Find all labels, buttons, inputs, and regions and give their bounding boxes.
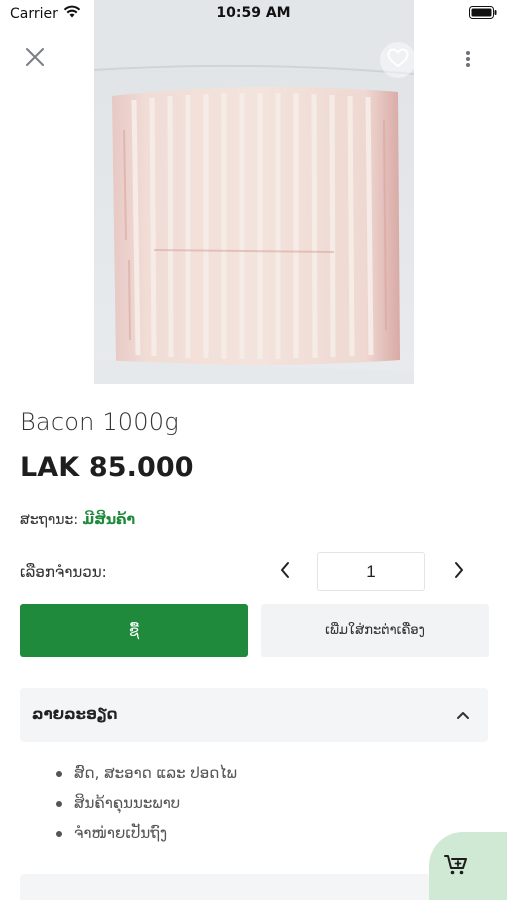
more-vertical-icon <box>465 50 471 72</box>
quantity-selector: ເລືອກຈຳນວນ: 1 <box>20 552 488 592</box>
list-item: ຈຳໜ່າຍເປັນຖົງ <box>56 820 237 850</box>
status-bar: Carrier 10:59 AM <box>0 0 507 28</box>
product-detail-page: Carrier 10:59 AM Bacon 1000g LAK 85.000 … <box>0 0 507 900</box>
chevron-left-icon <box>279 561 291 583</box>
chevron-right-icon <box>453 561 465 583</box>
close-icon <box>25 47 45 71</box>
heart-icon <box>387 48 409 72</box>
add-to-cart-button[interactable]: ເພີ່ມໃສ່ກະຕ່າເຄື່ອງ <box>261 604 489 657</box>
stock-status: ສະຖານະ: ມີສິນຄ້າ <box>20 512 135 528</box>
quantity-label: ເລືອກຈຳນວນ: <box>20 563 107 581</box>
product-price: LAK 85.000 <box>20 452 194 483</box>
cart-add-icon <box>443 852 469 882</box>
chevron-up-icon <box>452 704 474 726</box>
status-time: 10:59 AM <box>216 5 291 21</box>
stock-status-label: ສະຖານະ: <box>20 512 79 528</box>
quantity-input[interactable]: 1 <box>317 552 425 591</box>
details-accordion-header[interactable]: ລາຍລະອຽດ <box>20 688 488 742</box>
list-item: ສິນຄ້າຄຸນນະພາບ <box>56 790 237 820</box>
close-button[interactable] <box>20 44 50 74</box>
battery-icon <box>469 6 497 23</box>
more-options-button[interactable] <box>456 46 480 76</box>
next-accordion-header[interactable] <box>20 874 430 900</box>
buy-now-button[interactable]: ຊື້ <box>20 604 248 657</box>
product-name: Bacon 1000g <box>20 408 179 436</box>
product-image <box>94 0 414 384</box>
stock-status-value: ມີສິນຄ້າ <box>82 512 136 528</box>
floating-cart-button[interactable] <box>429 832 507 900</box>
details-list: ສົດ, ສະອາດ ແລະ ປອດໄພ ສິນຄ້າຄຸນນະພາບ ຈຳໜ່… <box>56 760 237 850</box>
details-title: ລາຍລະອຽດ <box>32 705 118 723</box>
favorite-button[interactable] <box>380 42 416 78</box>
quantity-decrease-button[interactable] <box>272 558 298 586</box>
quantity-increase-button[interactable] <box>446 558 472 586</box>
list-item: ສົດ, ສະອາດ ແລະ ປອດໄພ <box>56 760 237 790</box>
